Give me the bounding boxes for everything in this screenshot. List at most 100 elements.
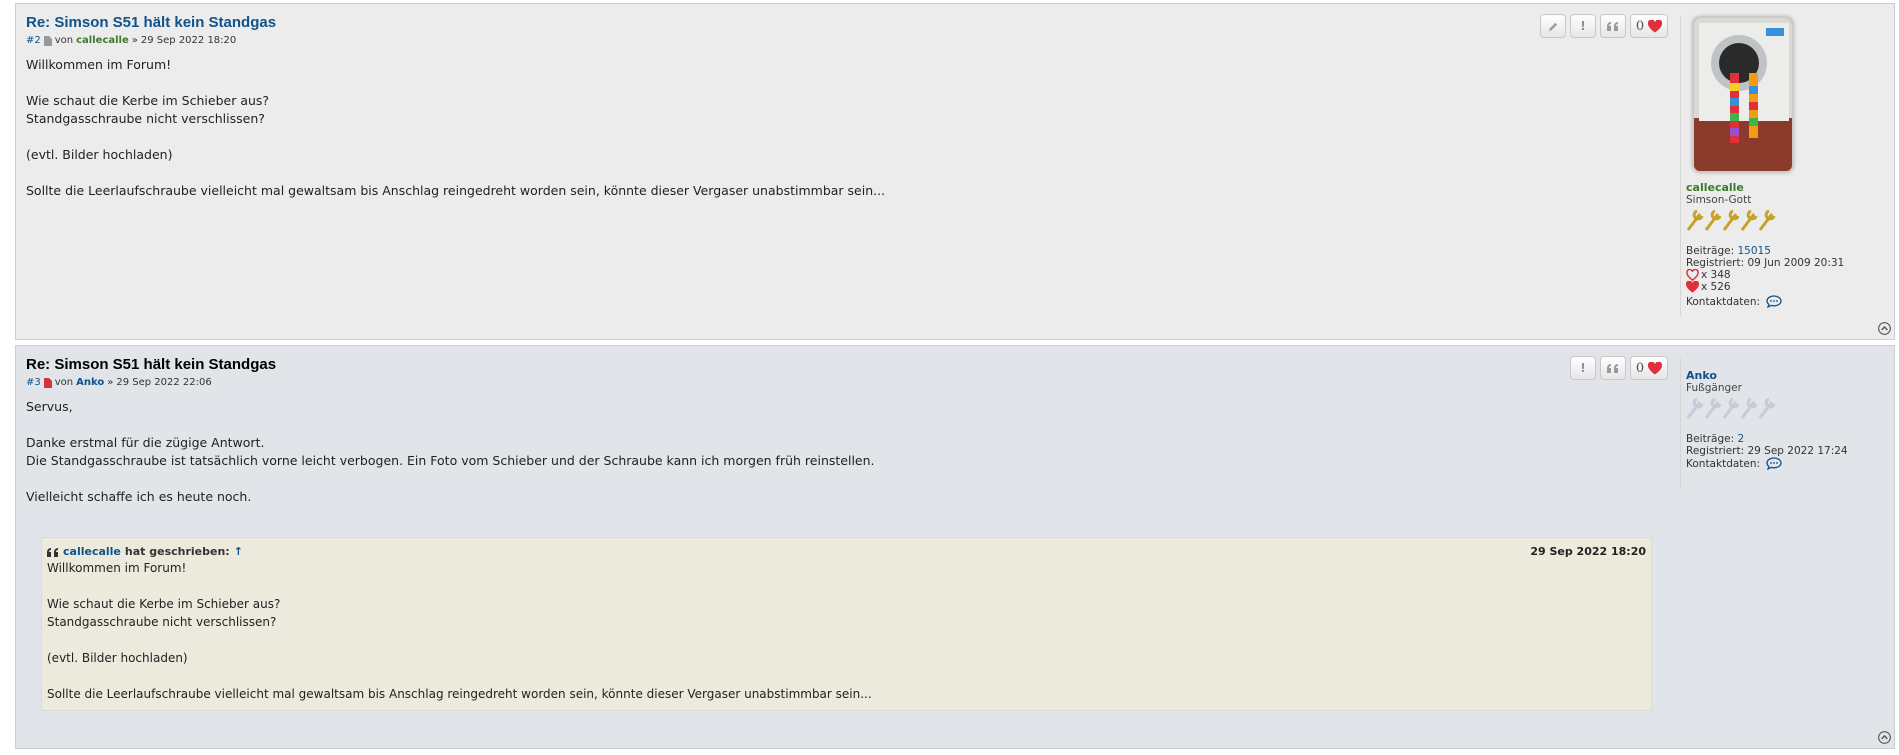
user-profile: Anko Fußgänger Beiträge: 2 Registriert: … (1686, 370, 1848, 470)
contact-row: Kontaktdaten: (1686, 295, 1844, 308)
profile-name-link[interactable]: Anko (1686, 370, 1848, 382)
avatar-image (1694, 18, 1792, 171)
content-line: Servus, (26, 399, 73, 414)
quote-date: 29 Sep 2022 18:20 (1530, 545, 1646, 558)
like-count: 0 (1635, 18, 1645, 34)
posts-count-link[interactable]: 15015 (1737, 245, 1770, 257)
likes-given-value: x 348 (1701, 269, 1731, 281)
contact-label: Kontaktdaten: (1686, 295, 1761, 308)
post-3: Re: Simson S51 hält kein Standgas #3 von… (15, 345, 1895, 749)
post-meta: #2 von callecalle » 29 Sep 2022 18:20 (26, 35, 1646, 46)
speech-bubble-icon[interactable] (1766, 457, 1782, 470)
like-button[interactable]: 0 (1630, 14, 1668, 38)
post-body: Re: Simson S51 hält kein Standgas #2 von… (26, 12, 1646, 200)
posts-label: Beiträge: (1686, 433, 1735, 445)
like-count: 0 (1635, 360, 1645, 376)
profile-name-link[interactable]: callecalle (1686, 182, 1844, 194)
by-text: von (54, 377, 74, 388)
avatar[interactable] (1693, 17, 1793, 172)
report-button[interactable]: ! (1570, 14, 1596, 38)
registered-label: Registriert: (1686, 257, 1745, 269)
heart-outline-icon (1686, 269, 1699, 281)
content-line: Sollte die Leerlaufschraube vielleicht m… (26, 183, 886, 198)
post-number-link[interactable]: #2 (26, 35, 41, 46)
post-actions: ! 0 (1540, 14, 1668, 38)
user-profile: callecalle Simson-Gott Beiträge: 15015 R… (1686, 17, 1844, 308)
file-icon (43, 35, 52, 46)
quote-source-link[interactable]: ↑ (234, 545, 243, 558)
contact-row: Kontaktdaten: (1686, 457, 1848, 470)
user-rank: Simson-Gott (1686, 194, 1752, 206)
file-icon (43, 377, 52, 388)
content-line: Vielleicht schaffe ich es heute noch. (26, 489, 252, 504)
content-line: Danke erstmal für die zügige Antwort. (26, 435, 265, 450)
wrench-icon (1686, 397, 1776, 419)
profile-divider (1680, 358, 1681, 488)
post-actions: ! 0 (1570, 356, 1668, 380)
registered-value: 09 Jun 2009 20:31 (1747, 257, 1845, 269)
registered-stat: Registriert: 09 Jun 2009 20:31 (1686, 257, 1844, 269)
speech-bubble-icon[interactable] (1766, 295, 1782, 308)
posts-stat: Beiträge: 2 (1686, 433, 1848, 445)
pencil-icon (1548, 22, 1557, 31)
content-line: (evtl. Bilder hochladen) (26, 147, 173, 162)
post-date: 29 Sep 2022 18:20 (140, 35, 237, 46)
report-button[interactable]: ! (1570, 356, 1596, 380)
likes-given: x 348 (1686, 269, 1844, 281)
post-2: Re: Simson S51 hält kein Standgas #2 von… (15, 3, 1895, 340)
quote-icon (47, 547, 58, 557)
registered-label: Registriert: (1686, 445, 1745, 457)
quote-icon (1607, 364, 1618, 373)
post-number-link[interactable]: #3 (26, 377, 41, 388)
quote-line: Willkommen im Forum! (47, 561, 187, 575)
edit-button[interactable] (1540, 14, 1566, 38)
registered-value: 29 Sep 2022 17:24 (1747, 445, 1848, 457)
post-date: 29 Sep 2022 22:06 (116, 377, 212, 388)
profile-divider (1680, 16, 1681, 316)
content-line: Standgasschraube nicht verschlissen? (26, 111, 265, 126)
exclamation-icon: ! (1580, 19, 1586, 33)
post-meta: #3 von Anko » 29 Sep 2022 22:06 (26, 377, 1646, 388)
quote-button[interactable] (1600, 14, 1626, 38)
post-title-link[interactable]: Re: Simson S51 hält kein Standgas (26, 356, 276, 373)
quote-header: callecalle hat geschrieben: ↑ 29 Sep 202… (47, 545, 1646, 558)
quote-content: Willkommen im Forum! Wie schaut die Kerb… (47, 559, 1646, 703)
post-body: Re: Simson S51 hält kein Standgas #3 von… (26, 354, 1646, 506)
by-text: von (54, 35, 74, 46)
like-button[interactable]: 0 (1630, 356, 1668, 380)
content-line: Willkommen im Forum! (26, 57, 172, 72)
arrow-up-circle-icon[interactable] (1878, 322, 1891, 335)
meta-separator: » (131, 35, 138, 46)
heart-icon (1686, 281, 1699, 293)
quote-line: Standgasschraube nicht verschlissen? (47, 615, 277, 629)
post-content: Willkommen im Forum! Wie schaut die Kerb… (26, 56, 1646, 200)
contact-label: Kontaktdaten: (1686, 457, 1761, 470)
posts-label: Beiträge: (1686, 245, 1735, 257)
posts-count-link[interactable]: 2 (1737, 433, 1744, 445)
wrench-icon (1686, 209, 1776, 231)
heart-icon (1648, 361, 1663, 374)
user-rank: Fußgänger (1686, 382, 1742, 394)
quote-wrote-text: hat geschrieben: (124, 545, 230, 558)
exclamation-icon: ! (1580, 361, 1586, 375)
heart-icon (1648, 19, 1663, 32)
quote-line: (evtl. Bilder hochladen) (47, 651, 188, 665)
author-link[interactable]: Anko (76, 377, 104, 388)
content-line: Die Standgasschraube ist tatsächlich vor… (26, 453, 875, 468)
author-link[interactable]: callecalle (76, 35, 129, 46)
content-line: Wie schaut die Kerbe im Schieber aus? (26, 93, 270, 108)
registered-stat: Registriert: 29 Sep 2022 17:24 (1686, 445, 1848, 457)
meta-separator: » (107, 377, 114, 388)
post-content: Servus, Danke erstmal für die zügige Ant… (26, 398, 1646, 506)
post-title-link[interactable]: Re: Simson S51 hält kein Standgas (26, 14, 276, 31)
quote-line: Wie schaut die Kerbe im Schieber aus? (47, 597, 281, 611)
quote-block: callecalle hat geschrieben: ↑ 29 Sep 202… (41, 537, 1652, 711)
posts-stat: Beiträge: 15015 (1686, 245, 1844, 257)
likes-received-value: x 526 (1701, 281, 1731, 293)
quote-author-link[interactable]: callecalle (63, 545, 121, 558)
quote-button[interactable] (1600, 356, 1626, 380)
quote-line: Sollte die Leerlaufschraube vielleicht m… (47, 687, 872, 701)
quote-icon (1607, 22, 1618, 31)
arrow-up-circle-icon[interactable] (1878, 731, 1891, 744)
likes-received: x 526 (1686, 281, 1844, 293)
